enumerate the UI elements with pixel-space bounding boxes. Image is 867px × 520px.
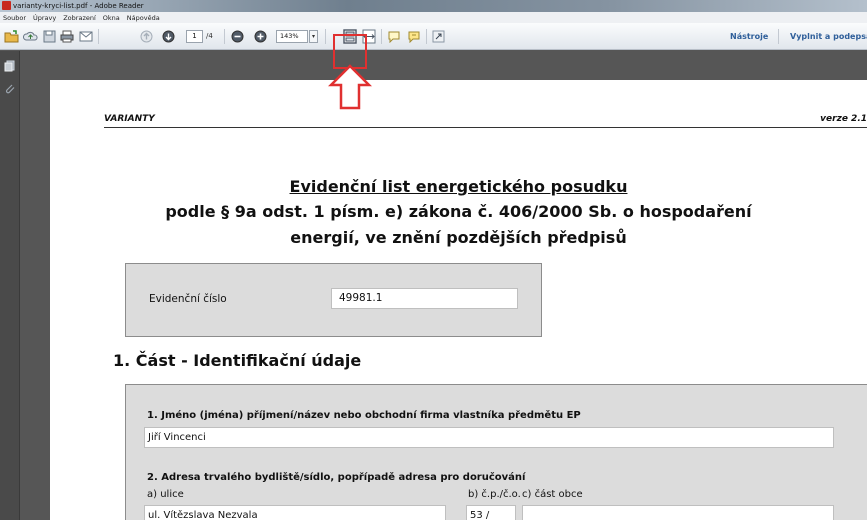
toolbar-separator: [98, 29, 99, 44]
page-header-left: VARIANTY: [104, 114, 155, 124]
toolbar-separator: [325, 29, 326, 44]
street-field[interactable]: ul. Vítězslava Nezvala: [144, 505, 446, 520]
highlight-icon[interactable]: [405, 28, 422, 45]
menu-napoveda[interactable]: Nápověda: [127, 13, 160, 23]
header-rule: [104, 127, 867, 128]
identification-section-box: 1. Jméno (jména) příjmení/název nebo obc…: [125, 384, 867, 520]
zoom-out-icon[interactable]: [229, 28, 246, 45]
toolbar-separator: [778, 29, 779, 44]
toolbar-separator: [381, 29, 382, 44]
toolbar-separator: [426, 29, 427, 44]
menu-upravy[interactable]: Úpravy: [33, 13, 56, 23]
zoom-level-select[interactable]: 143%: [276, 30, 308, 43]
zoom-dropdown-arrow[interactable]: ▾: [309, 30, 318, 43]
window-titlebar: varianty-kryci-list.pdf - Adobe Reader: [0, 0, 867, 12]
cloud-upload-icon[interactable]: [22, 28, 39, 45]
district-label: c) část obce: [522, 489, 583, 500]
document-page: VARIANTY verze 2.1 Evidenční list energe…: [50, 80, 867, 520]
zoom-in-icon[interactable]: [252, 28, 269, 45]
previous-page-icon[interactable]: [138, 28, 155, 45]
document-title: Evidenční list energetického posudku: [289, 177, 628, 196]
tools-button[interactable]: Nástroje: [730, 28, 768, 45]
page-header-right: verze 2.1: [820, 114, 867, 124]
menu-bar: Soubor Úpravy Zobrazení Okna Nápověda: [0, 12, 867, 23]
save-icon[interactable]: [41, 28, 58, 45]
window-title: varianty-kryci-list.pdf - Adobe Reader: [13, 2, 144, 10]
expand-icon[interactable]: [430, 28, 447, 45]
comment-icon[interactable]: [385, 28, 402, 45]
district-field[interactable]: [522, 505, 834, 520]
print-icon[interactable]: [58, 28, 75, 45]
toolbar: 1 /4 143% ▾ Nástroje Vyplnit a podepsat: [0, 23, 867, 50]
menu-okna[interactable]: Okna: [103, 13, 120, 23]
attachments-icon[interactable]: [4, 80, 16, 94]
owner-name-field[interactable]: Jiří Vincenci: [144, 427, 834, 448]
street-label: a) ulice: [147, 489, 184, 500]
house-number-label: b) č.p./č.o.: [468, 489, 521, 500]
toolbar-separator: [224, 29, 225, 44]
evidence-number-field[interactable]: 49981.1: [331, 288, 518, 309]
annotation-arrow-icon: [327, 64, 373, 114]
menu-zobrazeni[interactable]: Zobrazení: [63, 13, 96, 23]
next-page-icon[interactable]: [160, 28, 177, 45]
address-label: 2. Adresa trvalého bydliště/sídlo, popří…: [147, 472, 526, 483]
navigation-pane: [0, 51, 20, 520]
owner-name-label: 1. Jméno (jména) příjmení/název nebo obc…: [147, 410, 581, 421]
menu-soubor[interactable]: Soubor: [3, 13, 26, 23]
page-thumbnails-icon[interactable]: [4, 57, 16, 72]
document-subtitle-line1: podle § 9a odst. 1 písm. e) zákona č. 40…: [165, 202, 752, 221]
document-subtitle-line2: energií, ve znění pozdějších předpisů: [290, 228, 627, 247]
evidence-number-label: Evidenční číslo: [149, 293, 227, 305]
page-number-input[interactable]: 1: [186, 30, 203, 43]
evidence-number-box: Evidenční číslo 49981.1: [125, 263, 542, 337]
house-number-field[interactable]: 53 /: [466, 505, 516, 520]
adobe-reader-icon: [2, 1, 11, 10]
open-folder-icon[interactable]: [3, 28, 20, 45]
section1-heading: 1. Část - Identifikační údaje: [113, 351, 362, 370]
page-total: /4: [206, 32, 213, 40]
email-icon[interactable]: [77, 28, 94, 45]
fill-and-sign-button[interactable]: Vyplnit a podepsat: [790, 28, 867, 45]
